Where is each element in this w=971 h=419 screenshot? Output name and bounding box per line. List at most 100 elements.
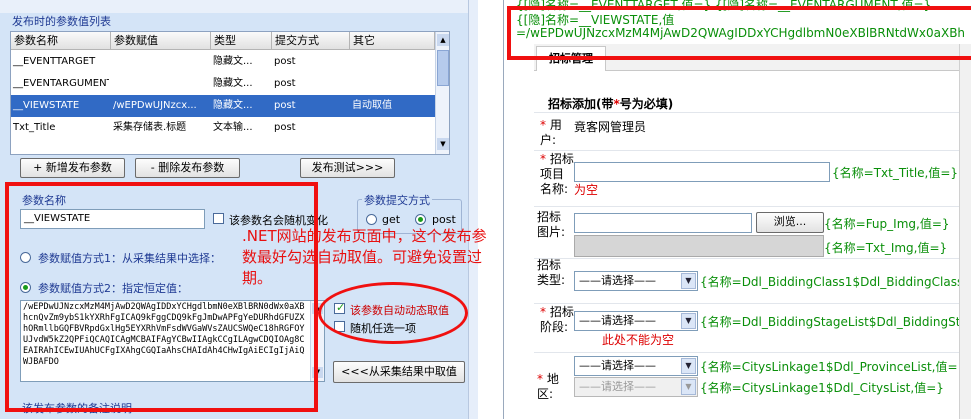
required-star: *: [540, 305, 546, 319]
img-label: 招标图片:: [537, 210, 566, 239]
add-param-button[interactable]: + 新增发布参数: [20, 158, 125, 178]
cell-type: 隐藏文...: [213, 56, 253, 67]
divider: [534, 206, 971, 207]
form-title-tail: 号为必填): [619, 97, 674, 111]
stage-hint: {名称=Ddl_BiddingStageList$Ddl_BiddingStag…: [700, 315, 971, 329]
stage-hint-extra: 此处不能为空: [602, 333, 675, 347]
preview-panel: {[隐]名称=__EVENTTARGET,值=} {[隐]名称=__EVENTA…: [503, 0, 971, 419]
chevron-down-icon[interactable]: ▼: [681, 358, 696, 374]
scroll-thumb[interactable]: [437, 50, 449, 86]
user-label: * 用户:: [540, 118, 574, 148]
cell-value: [111, 51, 209, 73]
region-label: * 地区:: [537, 372, 571, 402]
img-hint2: {名称=Txt_Img,值=}: [824, 241, 948, 255]
column-header-name[interactable]: 参数名称: [11, 32, 111, 50]
img-hint1: {名称=Fup_Img,值=}: [824, 217, 950, 231]
cell-other: [350, 117, 434, 139]
table-row[interactable]: __EVENTARGUMENT 隐藏文... post: [11, 73, 435, 95]
user-value: 竟客网管理员: [574, 120, 647, 134]
city-select: ——请选择—— ▼: [574, 377, 698, 397]
stage-label-text: 招标阶段:: [540, 305, 574, 334]
required-star: *: [537, 372, 543, 386]
cell-value: 采集存储表.标题: [113, 122, 187, 133]
grid-scrollbar[interactable]: ▲ ▼: [435, 32, 449, 154]
table-row-selected[interactable]: __VIEWSTATE /wEPDwUJNzcx... 隐藏文... post …: [11, 95, 435, 117]
submit-method-label: 参数提交方式: [362, 192, 432, 208]
column-header-value[interactable]: 参数赋值: [111, 32, 211, 50]
divider: [534, 352, 971, 353]
radio-get-label: get: [382, 213, 401, 226]
cell-other: [350, 51, 434, 73]
type-select[interactable]: ——请选择—— ▼: [574, 271, 698, 291]
title-hint-extra2: 为空: [574, 183, 599, 197]
province-select[interactable]: ——请选择—— ▼: [574, 356, 698, 376]
params-grid[interactable]: 参数名称 参数赋值 类型 提交方式 其它 __EVENTTARGET 隐藏文..…: [10, 31, 450, 155]
delete-param-button[interactable]: - 删除发布参数: [135, 158, 240, 178]
cell-other: 自动取值: [352, 100, 392, 111]
radio-dot: [418, 217, 423, 222]
table-row[interactable]: __EVENTTARGET 隐藏文... post: [11, 51, 435, 73]
right-scrollbar[interactable]: [959, 44, 971, 419]
stage-select[interactable]: ——请选择—— ▼: [574, 311, 698, 331]
title-label-text: 招标项目名称:: [540, 152, 574, 196]
cell-type: 隐藏文...: [213, 78, 253, 89]
column-header-other[interactable]: 其它: [350, 32, 435, 50]
cell-method: post: [274, 100, 296, 111]
column-header-method[interactable]: 提交方式: [272, 32, 350, 50]
required-star: *: [540, 118, 546, 132]
title-label: * 招标项目名称:: [540, 152, 574, 197]
cell-type: 隐藏文...: [213, 100, 253, 111]
table-row[interactable]: Txt_Title 采集存储表.标题 文本输... post: [11, 117, 435, 139]
radio-post-label: post: [432, 213, 456, 226]
divider: [534, 150, 971, 151]
publish-test-button[interactable]: 发布测试>>>: [300, 158, 395, 178]
annotation-box-right: [507, 6, 971, 60]
chevron-down-icon: ▼: [681, 379, 696, 395]
radio-post[interactable]: [415, 214, 426, 225]
chevron-down-icon[interactable]: ▼: [681, 273, 696, 289]
divider: [534, 303, 971, 304]
cell-type: 文本输...: [213, 122, 253, 133]
title-input[interactable]: [574, 162, 830, 182]
city-select-value: ——请选择——: [579, 380, 656, 393]
left-scrollbar[interactable]: [468, 0, 478, 419]
divider: [534, 258, 971, 259]
scroll-up-icon[interactable]: ▲: [437, 34, 449, 46]
cell-other: [350, 73, 434, 95]
cell-value: [111, 73, 209, 95]
cell-method: post: [274, 78, 296, 89]
cell-name: __EVENTTARGET: [13, 56, 96, 67]
cell-name: Txt_Title: [13, 122, 56, 133]
cell-method: post: [274, 56, 296, 67]
top-strip: [0, 0, 478, 13]
cell-name: __EVENTARGUMENT: [13, 78, 109, 89]
chevron-down-icon[interactable]: ▼: [681, 313, 696, 329]
province-select-value: ——请选择——: [579, 359, 656, 372]
title-hint: {名称=Txt_Title,值=} 此处: [832, 166, 971, 181]
type-label: 招标类型:: [537, 258, 566, 287]
stage-select-value: ——请选择——: [579, 314, 656, 327]
type-select-value: ——请选择——: [579, 274, 656, 287]
title-hint-text: {名称=Txt_Title,值=}: [832, 166, 959, 180]
type-hint: {名称=Ddl_BiddingClass1$Ddl_BiddingClass,值: [700, 275, 971, 289]
img-path-input[interactable]: [574, 213, 752, 233]
form-title-text: 招标添加(带: [548, 97, 614, 111]
required-star: *: [540, 152, 546, 166]
cell-value: /wEPDwUJNzcx...: [113, 100, 197, 111]
city-hint: {名称=CitysLinkage1$Ddl_CitysList,值=}: [700, 381, 944, 395]
annotation-oval: [318, 282, 468, 344]
province-hint: {名称=CitysLinkage1$Ddl_ProvinceList,值=}: [700, 360, 966, 374]
cell-name: __VIEWSTATE: [13, 100, 80, 111]
cell-method: post: [274, 122, 296, 133]
browse-button[interactable]: 浏览...: [756, 212, 824, 233]
stage-label: * 招标阶段:: [540, 305, 574, 335]
fetch-from-results-button[interactable]: <<<从采集结果中取值: [333, 361, 465, 383]
column-header-type[interactable]: 类型: [211, 32, 272, 50]
radio-get[interactable]: [366, 214, 377, 225]
annotation-box-left: [5, 182, 318, 412]
scroll-down-icon[interactable]: ▼: [437, 138, 449, 150]
grid-title: 发布时的参数值列表: [12, 15, 111, 28]
img-url-input: [574, 235, 824, 257]
divider: [534, 112, 971, 113]
form-title: 招标添加(带*号为必填): [548, 95, 673, 112]
